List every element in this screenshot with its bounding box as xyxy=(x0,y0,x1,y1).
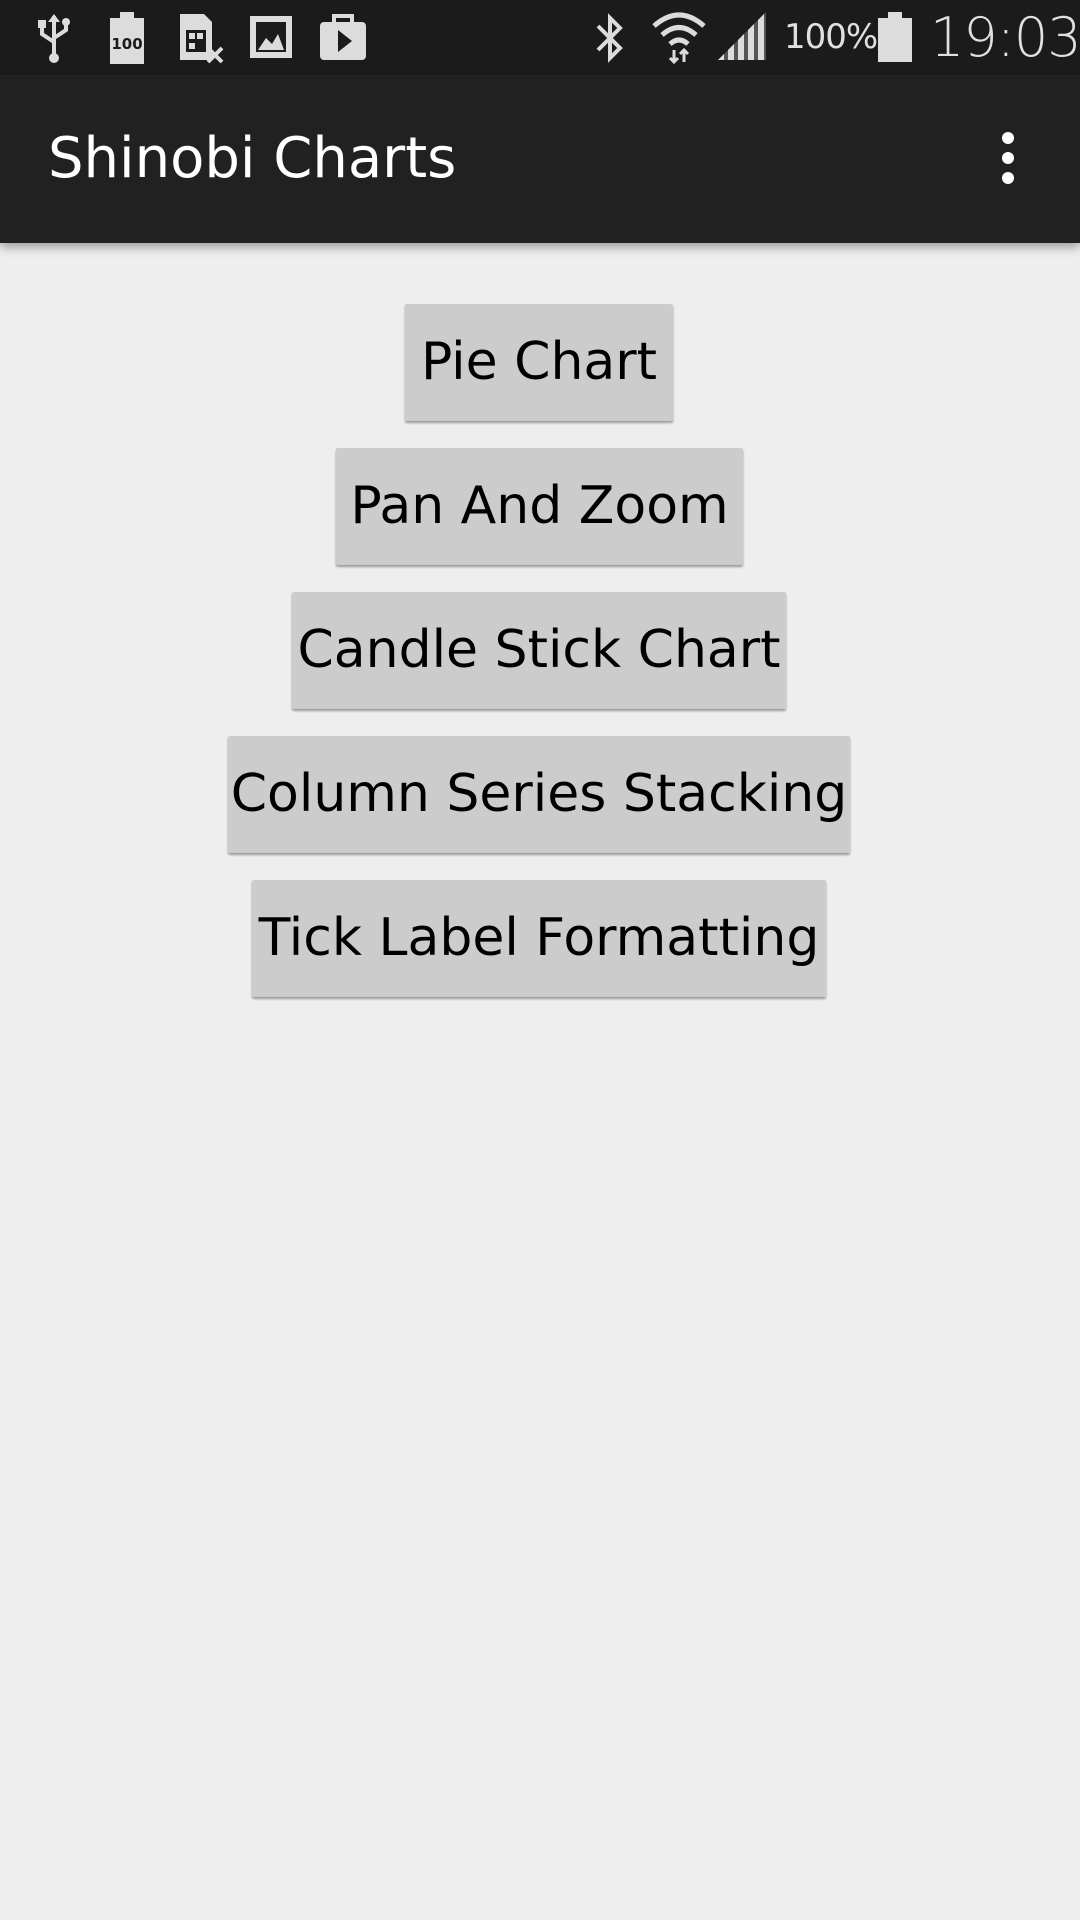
svg-text:100: 100 xyxy=(111,35,142,53)
column-series-stacking-button[interactable]: Column Series Stacking xyxy=(228,736,850,853)
battery-percent: 100% xyxy=(784,17,878,57)
battery-icon xyxy=(878,12,912,62)
usb-icon xyxy=(38,14,70,63)
pie-chart-button[interactable]: Pie Chart xyxy=(405,304,673,421)
overflow-dot xyxy=(1002,152,1014,164)
candle-stick-chart-button[interactable]: Candle Stick Chart xyxy=(292,592,786,709)
signal-icon xyxy=(718,12,766,60)
overflow-dot xyxy=(1002,132,1014,144)
app-bar: Shinobi Charts xyxy=(0,75,1080,243)
main-content: Pie Chart Pan And Zoom Candle Stick Char… xyxy=(0,243,1080,1920)
battery-100-icon: 100 xyxy=(110,12,144,64)
bluetooth-icon xyxy=(596,13,623,63)
status-bar: 100 100% 19:03 xyxy=(0,0,1080,75)
play-store-icon xyxy=(320,14,366,60)
sim-card-icon xyxy=(180,14,224,64)
image-icon xyxy=(250,16,292,58)
pan-and-zoom-button[interactable]: Pan And Zoom xyxy=(336,448,743,565)
overflow-dot xyxy=(1002,172,1014,184)
wifi-icon xyxy=(652,12,706,64)
clock: 19:03 xyxy=(930,6,1080,69)
app-title: Shinobi Charts xyxy=(48,126,457,191)
overflow-menu-icon[interactable] xyxy=(980,128,1036,188)
tick-label-formatting-button[interactable]: Tick Label Formatting xyxy=(252,880,826,997)
